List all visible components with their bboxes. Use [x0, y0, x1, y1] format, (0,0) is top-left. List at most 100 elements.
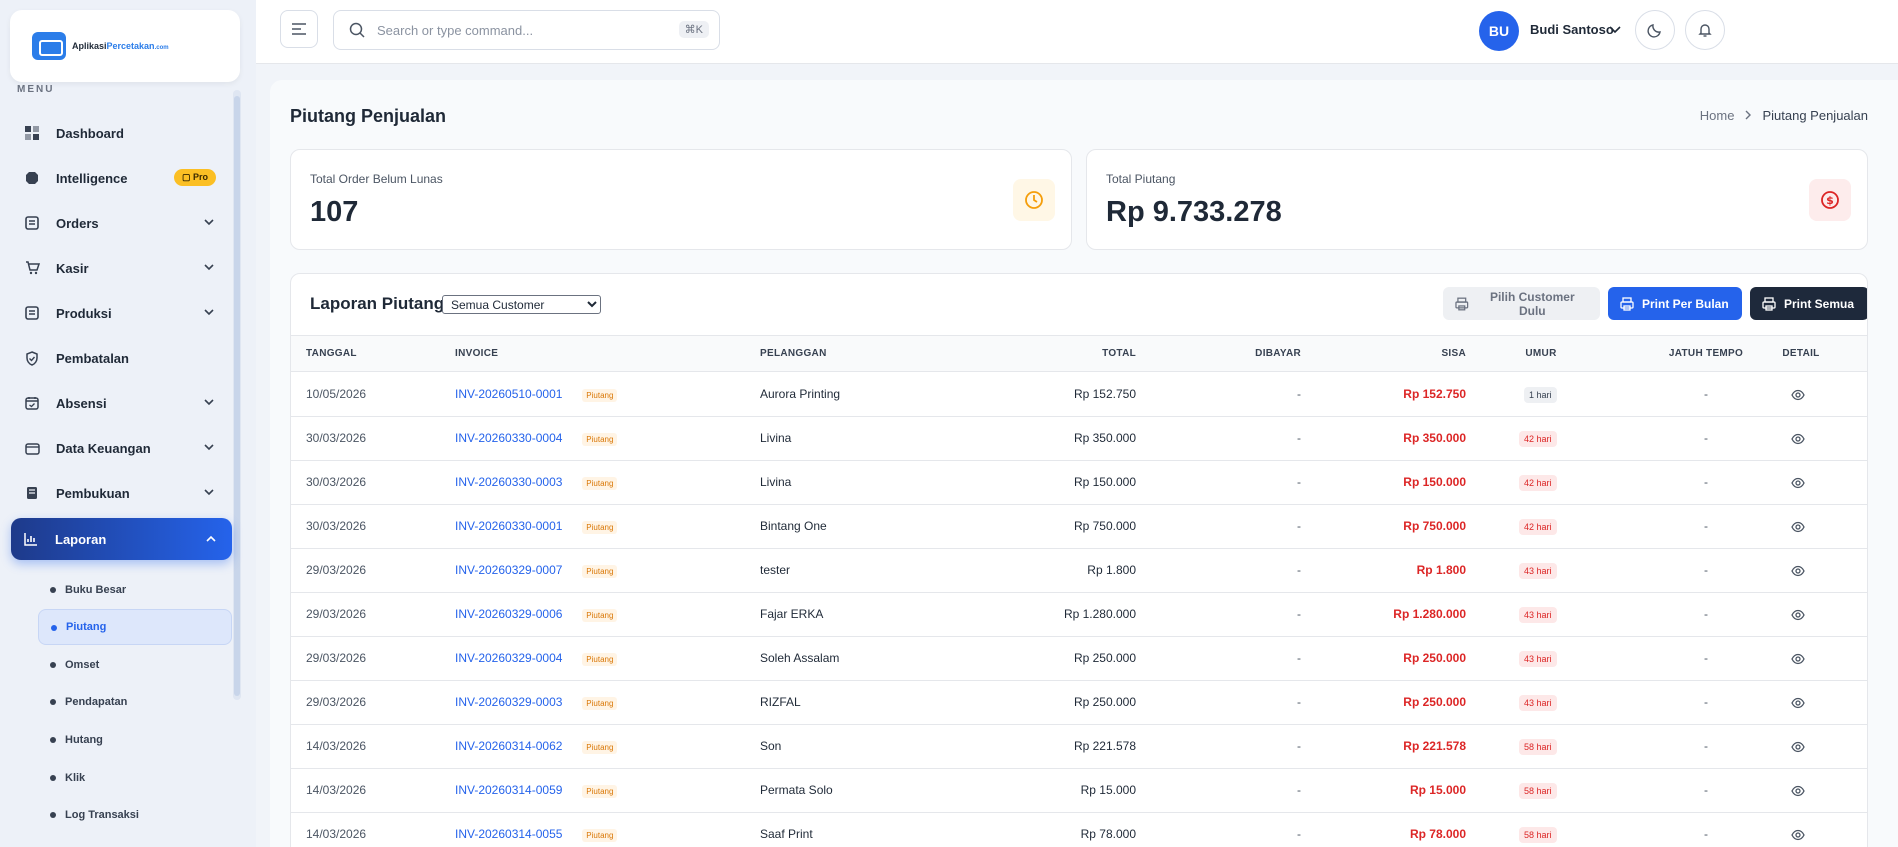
search-input[interactable]: [377, 22, 657, 38]
sidebar-item-pembukuan[interactable]: Pembukuan: [12, 473, 230, 513]
eye-icon[interactable]: [1791, 476, 1805, 490]
printer-icon: [1620, 296, 1634, 311]
sidebar-subitem-hutang[interactable]: Hutang: [38, 722, 232, 758]
sidebar-item-orders[interactable]: Orders: [12, 203, 230, 243]
eye-icon[interactable]: [1791, 696, 1805, 710]
eye-icon[interactable]: [1791, 740, 1805, 754]
cell-sisa: Rp 750.000: [1403, 519, 1466, 533]
customer-filter-select[interactable]: Semua Customer: [442, 295, 601, 314]
sidebar-toggle-button[interactable]: [280, 10, 318, 48]
sidebar-item-intelligence[interactable]: Intelligence ▢ Pro: [12, 158, 230, 198]
eye-icon[interactable]: [1791, 652, 1805, 666]
sidebar-item-data-keuangan[interactable]: Data Keuangan: [12, 428, 230, 468]
invoice-link[interactable]: INV-20260330-0001: [455, 519, 562, 533]
table-row[interactable]: 29/03/2026 INV-20260329-0003 Piutang RIZFAL…: [291, 681, 1867, 725]
search-bar[interactable]: ⌘K: [333, 10, 720, 50]
cell-jatuh-tempo: -: [1704, 739, 1708, 753]
print-per-month-button[interactable]: Print Per Bulan: [1608, 287, 1742, 320]
table-row[interactable]: 30/03/2026 INV-20260330-0003 Piutang Livina…: [291, 461, 1867, 505]
breadcrumb-home-link[interactable]: Home: [1700, 108, 1735, 123]
sidebar-subitem-klik[interactable]: Klik: [38, 760, 232, 796]
eye-icon[interactable]: [1791, 432, 1805, 446]
sidebar-item-laporan[interactable]: Laporan: [11, 518, 232, 560]
status-badge: Piutang: [582, 697, 618, 710]
sidebar-item-dashboard[interactable]: Dashboard: [12, 113, 230, 153]
column-header-total[interactable]: TOTAL: [1061, 348, 1136, 359]
piutang-report: Laporan Piutang Semua Customer Pilih Cus…: [290, 273, 1868, 847]
invoice-link[interactable]: INV-20260330-0003: [455, 475, 562, 489]
brain-icon: [24, 170, 40, 186]
sidebar-item-produksi[interactable]: Produksi: [12, 293, 230, 333]
stat-label: Total Order Belum Lunas: [310, 172, 443, 186]
sidebar-subitem-omset[interactable]: Omset: [38, 647, 232, 683]
invoice-link[interactable]: INV-20260329-0007: [455, 563, 562, 577]
sidebar-scroll-thumb[interactable]: [234, 96, 240, 696]
invoice-link[interactable]: INV-20260329-0003: [455, 695, 562, 709]
column-header-dibayar[interactable]: DIBAYAR: [1221, 348, 1301, 359]
column-header-invoice[interactable]: INVOICE: [455, 348, 498, 359]
cell-jatuh-tempo: -: [1704, 607, 1708, 621]
invoice-link[interactable]: INV-20260314-0059: [455, 783, 562, 797]
select-customer-print-button[interactable]: Pilih Customer Dulu: [1443, 287, 1600, 320]
column-header-jatuh-tempo[interactable]: JATUH TEMPO: [1651, 348, 1761, 359]
chevron-up-icon: [206, 535, 216, 542]
sidebar-subitem-label: Klik: [65, 772, 86, 784]
cell-sisa: Rp 78.000: [1409, 827, 1466, 841]
notifications-button[interactable]: [1685, 10, 1725, 50]
table-row[interactable]: 10/05/2026 INV-20260510-0001 Piutang Aurora…: [291, 373, 1867, 417]
column-header-sisa[interactable]: SISA: [1381, 348, 1466, 359]
user-name[interactable]: Budi Santoso: [1530, 22, 1614, 37]
cell-pelanggan: Soleh Assalam: [760, 651, 840, 665]
table-row[interactable]: 30/03/2026 INV-20260330-0001 Piutang Bintan…: [291, 505, 1867, 549]
invoice-link[interactable]: INV-20260314-0055: [455, 827, 562, 841]
sidebar-item-kasir[interactable]: Kasir: [12, 248, 230, 288]
invoice-link[interactable]: INV-20260510-0001: [455, 387, 562, 401]
sidebar-subitem-buku-besar[interactable]: Buku Besar: [38, 572, 232, 608]
invoice-link[interactable]: INV-20260314-0062: [455, 739, 562, 753]
eye-icon[interactable]: [1791, 608, 1805, 622]
cell-dibayar: -: [1297, 695, 1301, 709]
sidebar-subitem-log-transaksi[interactable]: Log Transaksi: [38, 797, 232, 833]
invoice-link[interactable]: INV-20260330-0004: [455, 431, 562, 445]
table-row[interactable]: 30/03/2026 INV-20260330-0004 Piutang Livina…: [291, 417, 1867, 461]
cell-total: Rp 250.000: [1073, 695, 1136, 709]
eye-icon[interactable]: [1791, 564, 1805, 578]
eye-icon[interactable]: [1791, 520, 1805, 534]
print-all-button[interactable]: Print Semua: [1750, 287, 1867, 320]
user-avatar[interactable]: BU: [1479, 11, 1519, 51]
cell-sisa: Rp 250.000: [1403, 695, 1466, 709]
column-header-pelanggan[interactable]: PELANGGAN: [760, 348, 827, 359]
logo-card[interactable]: AplikasiPercetakan.com: [10, 10, 240, 82]
search-shortcut: ⌘K: [678, 21, 709, 38]
bullet-dot: [50, 587, 56, 593]
sidebar-subitem-piutang[interactable]: Piutang: [38, 609, 232, 645]
chevron-down-icon[interactable]: [1608, 22, 1622, 36]
table-row[interactable]: 14/03/2026 INV-20260314-0062 Piutang Son Rp …: [291, 725, 1867, 769]
umur-badge: 43 hari: [1519, 607, 1557, 623]
eye-icon[interactable]: [1791, 828, 1805, 842]
sidebar-subitem-pendapatan[interactable]: Pendapatan: [38, 684, 232, 720]
orders-icon: [24, 215, 40, 231]
sidebar-item-pembatalan[interactable]: Pembatalan: [12, 338, 230, 378]
table-row[interactable]: 29/03/2026 INV-20260329-0006 Piutang Fajar …: [291, 593, 1867, 637]
table-row[interactable]: 14/03/2026 INV-20260314-0059 Piutang Permat…: [291, 769, 1867, 813]
brand-name-part3: .com: [154, 45, 169, 51]
invoice-link[interactable]: INV-20260329-0006: [455, 607, 562, 621]
sidebar-item-absensi[interactable]: Absensi: [12, 383, 230, 423]
cell-dibayar: -: [1297, 519, 1301, 533]
invoice-link[interactable]: INV-20260329-0004: [455, 651, 562, 665]
status-badge: Piutang: [582, 477, 618, 490]
table-row[interactable]: 29/03/2026 INV-20260329-0004 Piutang Soleh …: [291, 637, 1867, 681]
table-row[interactable]: 29/03/2026 INV-20260329-0007 Piutang tester…: [291, 549, 1867, 593]
theme-toggle-button[interactable]: [1635, 10, 1675, 50]
moon-icon: [1647, 24, 1661, 38]
column-header-umur[interactable]: UMUR: [1511, 348, 1571, 359]
column-header-detail: DETAIL: [1782, 348, 1820, 359]
table-row[interactable]: 14/03/2026 INV-20260314-0055 Piutang Saaf P…: [291, 813, 1867, 847]
eye-icon[interactable]: [1791, 388, 1805, 402]
sidebar-item-label: Orders: [56, 215, 99, 231]
cell-sisa: Rp 152.750: [1403, 387, 1466, 401]
eye-icon[interactable]: [1791, 784, 1805, 798]
sidebar-subitem-label: Hutang: [65, 734, 103, 746]
column-header-tanggal[interactable]: TANGGAL: [306, 348, 357, 359]
